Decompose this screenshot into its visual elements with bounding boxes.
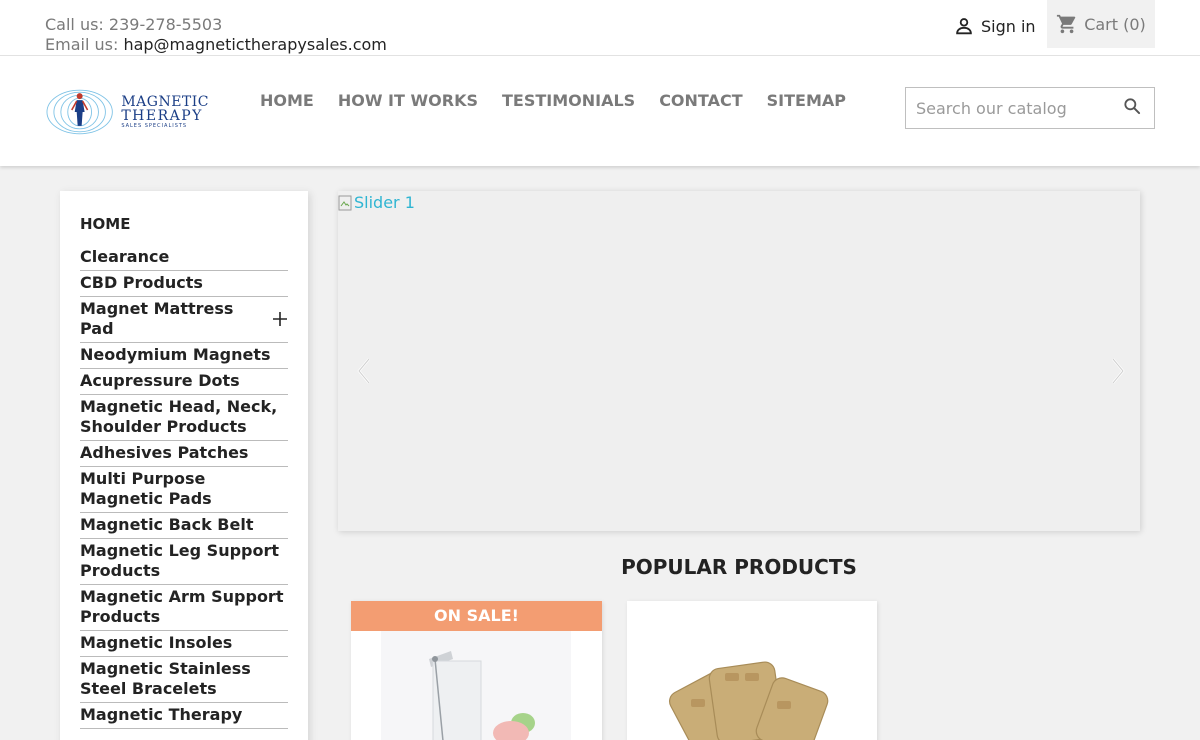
main-nav: HOME HOW IT WORKS TESTIMONIALS CONTACT S… <box>260 91 846 110</box>
category-leg-support[interactable]: Magnetic Leg Support Products <box>80 539 288 585</box>
broken-image-icon <box>338 195 352 210</box>
category-label: Magnetic Therapy <box>80 705 243 724</box>
popular-products-heading: POPULAR PRODUCTS <box>621 555 857 579</box>
call-label: Call us: <box>45 15 104 34</box>
phone-line: Call us: 239-278-5503 <box>45 15 387 35</box>
sign-in-link[interactable]: Sign in <box>953 14 1036 38</box>
nav-testimonials[interactable]: TESTIMONIALS <box>502 91 635 110</box>
slider-prev-button[interactable] <box>354 356 374 390</box>
category-label: Magnetic Insoles <box>80 633 233 652</box>
category-acupressure-dots[interactable]: Acupressure Dots <box>80 369 288 395</box>
category-clearance[interactable]: Clearance <box>80 245 288 271</box>
search-icon <box>1124 98 1141 115</box>
search-button[interactable] <box>1122 96 1142 120</box>
nav-how-it-works[interactable]: HOW IT WORKS <box>338 91 478 110</box>
category-sidebar: HOME Clearance CBD Products Magnet Mattr… <box>60 191 308 740</box>
top-bar: Call us: 239-278-5503 Email us: hap@magn… <box>0 0 1200 56</box>
category-multi-purpose-pads[interactable]: Multi Purpose Magnetic Pads <box>80 467 288 513</box>
category-adhesives-patches[interactable]: Adhesives Patches <box>80 441 288 467</box>
magnetic-field-figure-icon <box>46 89 113 135</box>
email-link[interactable]: hap@magnetictherapysales.com <box>123 35 386 54</box>
logo-wordmark: MAGNETIC THERAPY SALES SPECIALISTS <box>121 95 209 130</box>
cart-button[interactable]: Cart (0) <box>1047 0 1155 48</box>
slider-next-button[interactable] <box>1108 356 1128 390</box>
shopping-cart-icon <box>1057 14 1076 34</box>
nav-contact[interactable]: CONTACT <box>659 91 742 110</box>
contact-info: Call us: 239-278-5503 Email us: hap@magn… <box>45 15 387 55</box>
product-card[interactable]: ON SALE! <box>351 601 602 740</box>
cart-label: Cart (0) <box>1084 14 1146 34</box>
email-line: Email us: hap@magnetictherapysales.com <box>45 35 387 55</box>
category-label: Magnetic Head, Neck, Shoulder Products <box>80 397 278 436</box>
logo-line-2: THERAPY <box>121 107 203 124</box>
expand-plus-icon[interactable] <box>272 311 288 327</box>
product-card[interactable] <box>627 601 877 740</box>
category-label: Magnetic Back Belt <box>80 515 254 534</box>
category-cbd-products[interactable]: CBD Products <box>80 271 288 297</box>
sign-in-label: Sign in <box>981 16 1036 36</box>
user-icon <box>956 18 972 35</box>
category-back-belt[interactable]: Magnetic Back Belt <box>80 513 288 539</box>
category-neodymium-magnets[interactable]: Neodymium Magnets <box>80 343 288 369</box>
email-label: Email us: <box>45 35 119 54</box>
category-label: Magnetic Arm Support Products <box>80 587 284 626</box>
category-label: Multi Purpose Magnetic Pads <box>80 469 212 508</box>
category-magnetic-therapy[interactable]: Magnetic Therapy <box>80 703 288 729</box>
category-arm-support[interactable]: Magnetic Arm Support Products <box>80 585 288 631</box>
sidebar-title[interactable]: HOME <box>80 215 288 233</box>
category-label: CBD Products <box>80 273 203 292</box>
category-insoles[interactable]: Magnetic Insoles <box>80 631 288 657</box>
category-label: Acupressure Dots <box>80 371 240 390</box>
category-list: Clearance CBD Products Magnet Mattress P… <box>80 245 288 729</box>
product-image <box>669 661 829 740</box>
category-label: Magnetic Stainless Steel Bracelets <box>80 659 251 698</box>
site-logo[interactable]: MAGNETIC THERAPY SALES SPECIALISTS <box>44 84 209 140</box>
category-label: Clearance <box>80 247 170 266</box>
nav-sitemap[interactable]: SITEMAP <box>767 91 846 110</box>
category-head-neck-shoulder[interactable]: Magnetic Head, Neck, Shoulder Products <box>80 395 288 441</box>
category-label: Neodymium Magnets <box>80 345 271 364</box>
on-sale-badge: ON SALE! <box>351 601 602 631</box>
slide-alt-text: Slider 1 <box>354 193 415 212</box>
search-input[interactable] <box>906 98 1116 118</box>
category-label: Magnet Mattress Pad <box>80 299 234 338</box>
nav-home[interactable]: HOME <box>260 91 314 110</box>
category-label: Magnetic Leg Support Products <box>80 541 280 580</box>
category-bracelets[interactable]: Magnetic Stainless Steel Bracelets <box>80 657 288 703</box>
slide-image-broken[interactable]: Slider 1 <box>338 193 415 212</box>
category-magnet-mattress-pad[interactable]: Magnet Mattress Pad <box>80 297 288 343</box>
chevron-right-icon <box>1112 358 1125 384</box>
phone-number[interactable]: 239-278-5503 <box>109 15 222 34</box>
logo-line-1: MAGNETIC <box>121 93 209 110</box>
category-label: Adhesives Patches <box>80 443 249 462</box>
logo-line-3: SALES SPECIALISTS <box>121 122 188 129</box>
chevron-left-icon <box>357 358 370 384</box>
site-header: MAGNETIC THERAPY SALES SPECIALISTS HOME … <box>0 56 1200 166</box>
hero-slider: Slider 1 <box>338 191 1140 531</box>
search-box <box>905 87 1155 129</box>
